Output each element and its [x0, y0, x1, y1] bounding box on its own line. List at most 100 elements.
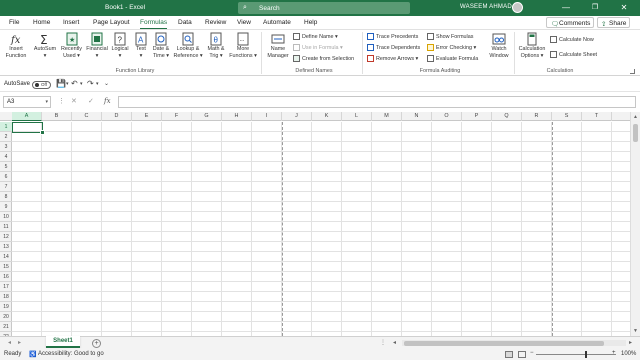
- tab-automate[interactable]: Automate: [263, 19, 291, 26]
- name-manager-button[interactable]: Name Manager: [264, 32, 292, 59]
- watch-window-button[interactable]: Watch Window: [486, 32, 512, 59]
- logical-button[interactable]: ? Logical ▾: [108, 32, 132, 59]
- column-header[interactable]: S: [552, 112, 582, 121]
- column-header[interactable]: E: [132, 112, 162, 121]
- row-header[interactable]: 10: [0, 212, 12, 222]
- date-time-button[interactable]: Date & Time ▾: [150, 32, 172, 59]
- confirm-entry-icon[interactable]: ✓: [88, 97, 94, 105]
- row-header[interactable]: 4: [0, 152, 12, 162]
- comments-button[interactable]: 🗨 Comments: [546, 17, 594, 28]
- tab-data[interactable]: Data: [178, 19, 192, 26]
- row-header[interactable]: 1: [0, 122, 12, 132]
- column-header[interactable]: C: [72, 112, 102, 121]
- row-header[interactable]: 17: [0, 282, 12, 292]
- user-name[interactable]: WASEEM AHMAD: [460, 4, 512, 10]
- minimize-button[interactable]: —: [560, 2, 572, 14]
- prev-sheet-icon[interactable]: ◂: [8, 339, 11, 346]
- tab-split-icon[interactable]: ⋮: [380, 339, 386, 346]
- column-header[interactable]: N: [402, 112, 432, 121]
- active-cell[interactable]: [12, 122, 45, 135]
- save-icon[interactable]: 💾: [56, 79, 66, 88]
- row-header[interactable]: 21: [0, 322, 12, 332]
- row-header[interactable]: 15: [0, 262, 12, 272]
- tab-formulas[interactable]: Formulas: [140, 19, 168, 29]
- tab-help[interactable]: Help: [304, 19, 317, 26]
- sheet-tab[interactable]: Sheet1: [46, 336, 80, 348]
- more-functions-button[interactable]: ... More Functions ▾: [227, 32, 259, 59]
- scroll-up-icon[interactable]: ▲: [633, 114, 638, 120]
- zoom-level[interactable]: 100%: [621, 351, 636, 357]
- formula-input[interactable]: [118, 96, 636, 108]
- column-header[interactable]: T: [582, 112, 612, 121]
- page-layout-view-icon[interactable]: [518, 350, 526, 358]
- cell-area[interactable]: [12, 122, 630, 336]
- use-in-formula-button[interactable]: Use in Formula ▾: [293, 43, 343, 53]
- column-header[interactable]: A: [12, 112, 42, 121]
- tab-file[interactable]: File: [9, 19, 19, 26]
- horizontal-scrollbar[interactable]: ◂ ▸: [392, 339, 636, 347]
- share-button[interactable]: ⇪ Share: [597, 17, 630, 28]
- vertical-scroll-thumb[interactable]: [633, 124, 638, 142]
- customize-qat-icon[interactable]: ⌄: [104, 80, 109, 87]
- error-checking-button[interactable]: Error Checking ▾: [427, 43, 476, 53]
- column-header[interactable]: D: [102, 112, 132, 121]
- undo-dropdown-icon[interactable]: ▾: [80, 81, 83, 87]
- column-header[interactable]: J: [282, 112, 312, 121]
- scroll-left-icon[interactable]: ◂: [393, 339, 396, 346]
- insert-function-icon[interactable]: fx: [104, 97, 111, 105]
- row-header[interactable]: 20: [0, 312, 12, 322]
- zoom-out-icon[interactable]: −: [530, 350, 534, 356]
- undo-icon[interactable]: ↶: [71, 79, 78, 88]
- remove-arrows-button[interactable]: Remove Arrows ▾: [367, 54, 418, 64]
- column-header[interactable]: M: [372, 112, 402, 121]
- next-sheet-icon[interactable]: ▸: [18, 339, 21, 346]
- insert-function-button[interactable]: fx Insert Function: [3, 32, 29, 59]
- cancel-entry-icon[interactable]: ✕: [71, 97, 77, 105]
- autosave-toggle[interactable]: Off: [32, 80, 51, 89]
- scroll-right-icon[interactable]: ▸: [629, 339, 632, 346]
- horizontal-scroll-thumb[interactable]: [404, 340, 604, 346]
- calculation-options-button[interactable]: Calculation Options ▾: [516, 32, 548, 59]
- math-trig-button[interactable]: θ Math & Trig ▾: [204, 32, 228, 59]
- add-sheet-icon[interactable]: +: [92, 338, 101, 348]
- normal-view-icon[interactable]: [505, 350, 513, 358]
- row-header[interactable]: 6: [0, 172, 12, 182]
- define-name-button[interactable]: Define Name ▾: [293, 32, 338, 42]
- column-header[interactable]: L: [342, 112, 372, 121]
- financial-button[interactable]: Financial ▾: [84, 32, 110, 59]
- redo-icon[interactable]: ↷: [87, 79, 94, 88]
- chevron-down-icon[interactable]: ▾: [45, 97, 48, 107]
- save-dropdown-icon[interactable]: ▾: [66, 81, 69, 87]
- autosum-button[interactable]: Σ AutoSum ▾: [32, 32, 58, 59]
- row-header[interactable]: 12: [0, 232, 12, 242]
- column-header[interactable]: Q: [492, 112, 522, 121]
- row-header[interactable]: 7: [0, 182, 12, 192]
- column-header[interactable]: F: [162, 112, 192, 121]
- accessibility-status[interactable]: Accessibility: Good to go: [38, 351, 104, 357]
- trace-precedents-button[interactable]: Trace Precedents: [367, 32, 418, 42]
- scroll-down-icon[interactable]: ▼: [633, 328, 638, 334]
- zoom-slider[interactable]: [536, 350, 616, 358]
- row-header[interactable]: 8: [0, 192, 12, 202]
- name-box[interactable]: A3 ▾: [3, 96, 51, 108]
- tab-view[interactable]: View: [237, 19, 251, 26]
- calculate-now-button[interactable]: Calculate Now: [550, 35, 594, 45]
- create-from-selection-button[interactable]: Create from Selection: [293, 54, 354, 64]
- text-button[interactable]: A Text ▾: [131, 32, 151, 59]
- lookup-reference-button[interactable]: Lookup & Reference ▾: [172, 32, 204, 59]
- row-header[interactable]: 16: [0, 272, 12, 282]
- zoom-in-icon[interactable]: +: [612, 350, 616, 356]
- tab-insert[interactable]: Insert: [63, 19, 79, 26]
- tab-review[interactable]: Review: [205, 19, 226, 26]
- column-header[interactable]: I: [252, 112, 282, 121]
- row-header[interactable]: 19: [0, 302, 12, 312]
- tab-page-layout[interactable]: Page Layout: [93, 19, 130, 26]
- more-options-icon[interactable]: ⋮: [58, 97, 65, 105]
- row-header[interactable]: 18: [0, 292, 12, 302]
- column-header[interactable]: P: [462, 112, 492, 121]
- zoom-slider-knob[interactable]: [585, 350, 587, 358]
- column-header[interactable]: H: [222, 112, 252, 121]
- row-header[interactable]: 14: [0, 252, 12, 262]
- column-header[interactable]: G: [192, 112, 222, 121]
- tab-home[interactable]: Home: [33, 19, 50, 26]
